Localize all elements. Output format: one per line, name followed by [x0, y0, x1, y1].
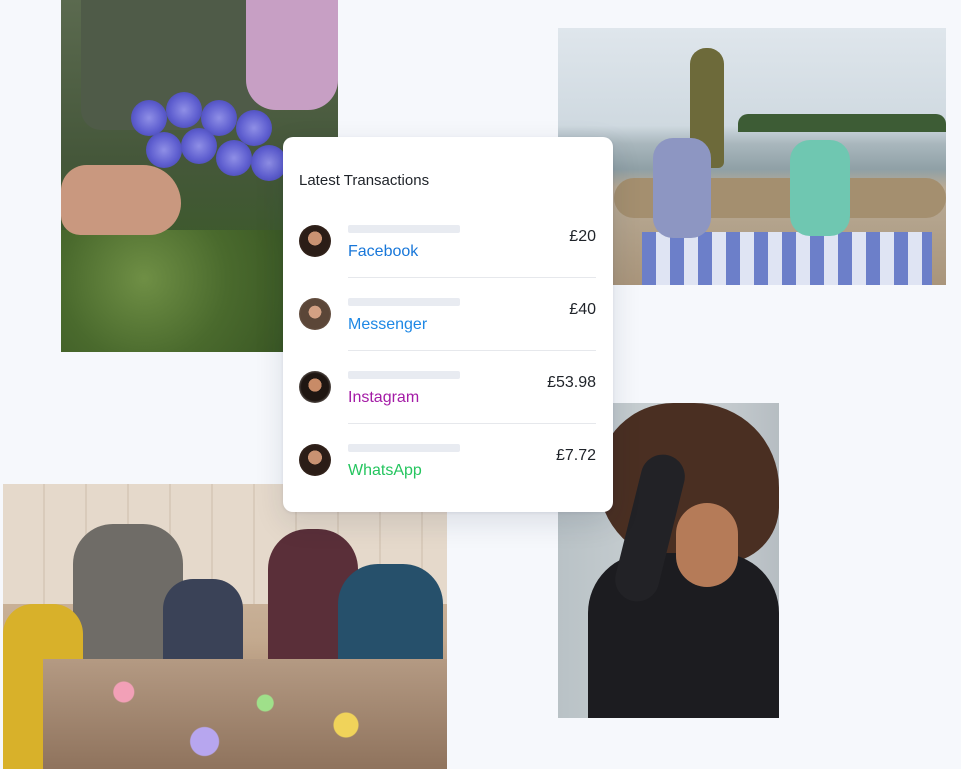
person-sitting-shape [653, 138, 711, 238]
avatar [299, 225, 331, 257]
flower-bloom [146, 132, 182, 168]
flower-bloom [131, 100, 167, 136]
row-divider [348, 350, 596, 351]
blanket-shape [642, 232, 932, 285]
row-divider [348, 423, 596, 424]
skeleton-line [348, 225, 460, 233]
avatar [299, 444, 331, 476]
transaction-source[interactable]: WhatsApp [348, 462, 422, 480]
transaction-source[interactable]: Facebook [348, 243, 418, 261]
card-title: Latest Transactions [299, 172, 430, 189]
skeleton-line [348, 444, 460, 452]
transaction-row[interactable]: Facebook £20 [283, 225, 613, 298]
skeleton-line [348, 371, 460, 379]
treeline-shape [738, 114, 946, 132]
beach-photo [558, 28, 946, 285]
transaction-amount: £20 [569, 228, 596, 245]
transaction-amount: £53.98 [547, 374, 596, 391]
skeleton-line [348, 298, 460, 306]
transaction-row[interactable]: WhatsApp £7.72 [283, 444, 613, 517]
transaction-amount: £40 [569, 301, 596, 318]
shirt-shape [246, 0, 338, 110]
confetti-table-shape [43, 659, 447, 769]
transaction-row[interactable]: Messenger £40 [283, 298, 613, 371]
latest-transactions-card: Latest Transactions Facebook £20 Messeng… [283, 137, 613, 512]
flower-bloom [181, 128, 217, 164]
transaction-source[interactable]: Instagram [348, 389, 419, 407]
flower-bloom [251, 145, 287, 181]
transaction-amount: £7.72 [555, 447, 596, 464]
party-photo [3, 484, 447, 769]
person-sitting-shape [790, 140, 850, 236]
row-divider [348, 277, 596, 278]
hand-shape [61, 165, 181, 235]
face-shape [676, 503, 738, 587]
flower-bloom [166, 92, 202, 128]
avatar [299, 298, 331, 330]
transaction-row[interactable]: Instagram £53.98 [283, 371, 613, 444]
transaction-source[interactable]: Messenger [348, 316, 427, 334]
flower-bloom [216, 140, 252, 176]
avatar [299, 371, 331, 403]
